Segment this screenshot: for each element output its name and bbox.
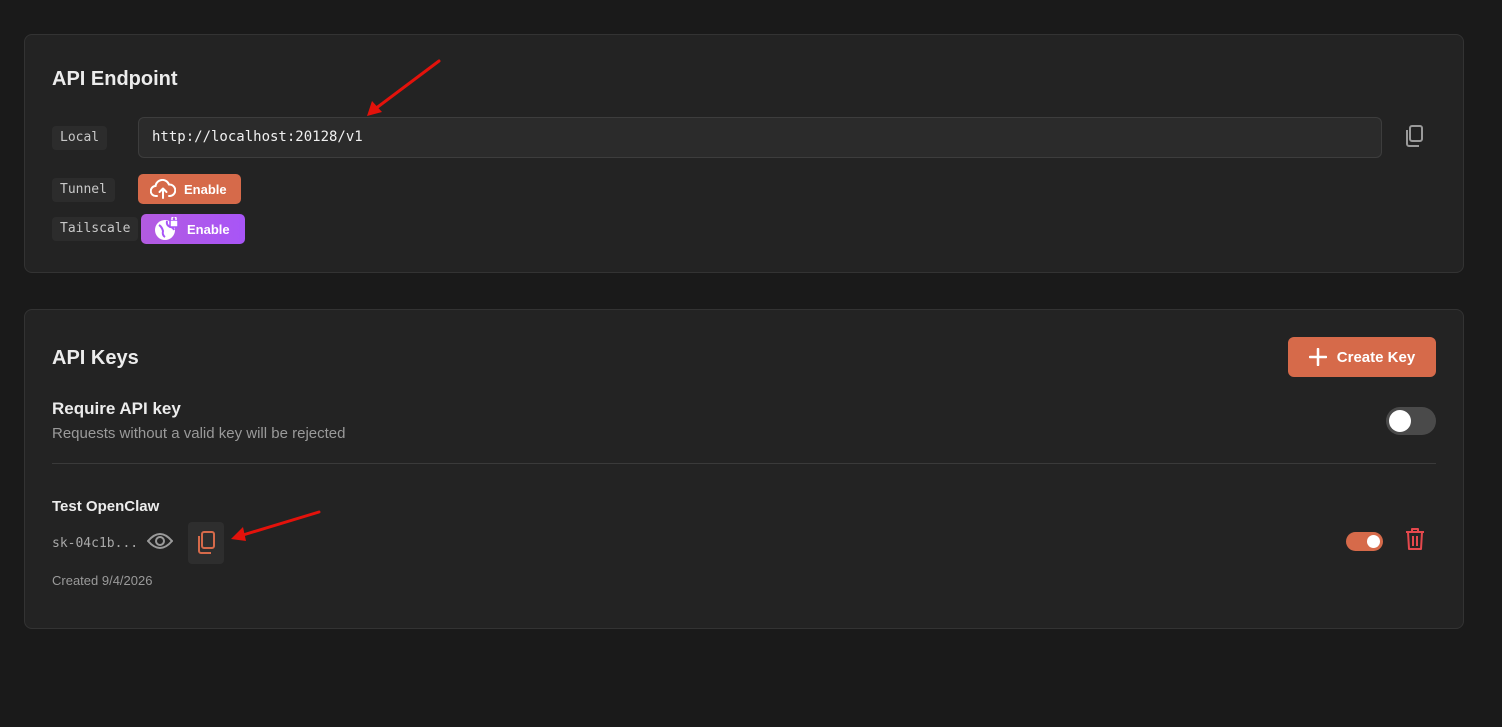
annotation-arrow-url — [367, 59, 441, 116]
require-api-key-title: Require API key — [52, 399, 181, 418]
tunnel-enable-button[interactable]: Enable — [138, 174, 241, 204]
key-name: Test OpenClaw — [52, 498, 160, 515]
delete-key-button[interactable] — [1404, 526, 1426, 552]
key-active-toggle[interactable] — [1346, 532, 1383, 551]
tailscale-label: Tailscale — [52, 217, 139, 241]
trash-icon — [1406, 528, 1424, 550]
tailscale-enable-button[interactable]: Enable — [141, 214, 245, 244]
cloud-upload-icon — [150, 179, 176, 199]
api-endpoint-card: API Endpoint Local http://localhost:2012… — [24, 34, 1464, 273]
tailscale-enable-label: Enable — [187, 221, 230, 237]
require-api-key-toggle[interactable] — [1386, 407, 1436, 435]
key-value: sk-04c1b... — [52, 536, 139, 551]
api-endpoint-title: API Endpoint — [52, 68, 178, 90]
local-url-field[interactable]: http://localhost:20128/v1 — [138, 117, 1382, 158]
local-label: Local — [52, 126, 108, 150]
plus-icon — [1308, 348, 1327, 366]
api-keys-title: API Keys — [52, 347, 139, 369]
key-created-date: Created 9/4/2026 — [52, 573, 153, 588]
copy-icon — [198, 531, 215, 554]
tunnel-label: Tunnel — [52, 178, 115, 202]
toggle-knob — [1389, 410, 1411, 432]
require-api-key-description: Requests without a valid key will be rej… — [52, 425, 346, 442]
divider — [52, 463, 1436, 464]
toggle-knob — [1367, 535, 1380, 548]
tunnel-enable-label: Enable — [184, 181, 227, 197]
show-key-button[interactable] — [147, 530, 173, 552]
annotation-arrow-copy — [231, 510, 321, 541]
create-key-button[interactable]: Create Key — [1288, 337, 1436, 377]
globe-lock-icon — [155, 217, 179, 240]
api-keys-card: API Keys Create Key Require API key Requ… — [24, 309, 1464, 629]
create-key-label: Create Key — [1336, 348, 1416, 366]
copy-url-button[interactable] — [1401, 121, 1427, 151]
copy-icon — [1406, 125, 1423, 147]
eye-icon — [147, 533, 173, 549]
copy-key-button[interactable] — [188, 522, 224, 564]
